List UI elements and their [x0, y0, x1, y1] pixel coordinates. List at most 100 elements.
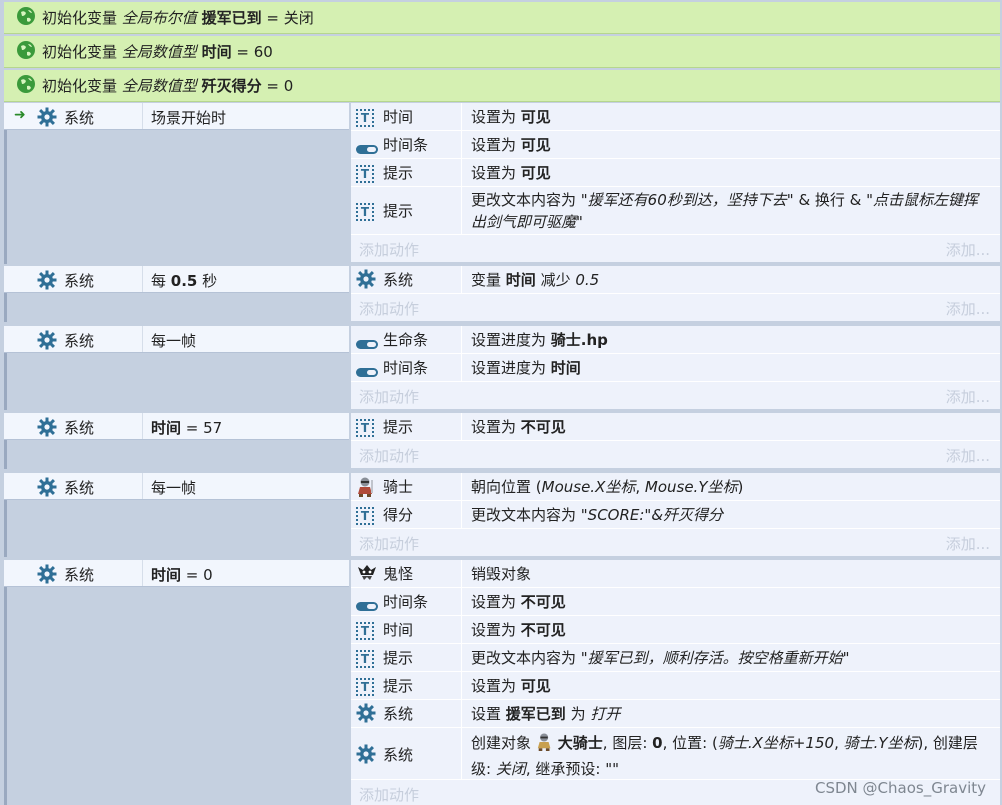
- add-more-link[interactable]: 添加...: [946, 386, 990, 407]
- gvar-value: = 关闭: [266, 9, 314, 27]
- action-object: 提示: [383, 677, 414, 695]
- add-action-link[interactable]: 添加动作: [359, 239, 419, 260]
- add-more-link[interactable]: 添加...: [946, 239, 990, 260]
- watermark: CSDN @Chaos_Gravity: [815, 779, 986, 797]
- event-condition[interactable]: 系统 每一帧: [4, 473, 349, 500]
- action-row[interactable]: 系统 创建对象 大骑士, 图层: 0, 位置: (骑士.X坐标+150, 骑士.…: [351, 728, 1000, 780]
- action-object: 系统: [383, 705, 414, 723]
- action-text: 设置为 可见: [471, 164, 551, 182]
- add-action-link[interactable]: 添加动作: [359, 784, 419, 805]
- text-icon: T: [356, 202, 374, 221]
- event-condition[interactable]: 系统 时间 = 57: [4, 413, 349, 440]
- add-action-row[interactable]: 添加动作 添加...: [351, 294, 1000, 321]
- condition-text: 时间 = 0: [151, 566, 213, 584]
- action-text: 设置为 不可见: [471, 593, 566, 611]
- add-action-row[interactable]: 添加动作 添加...: [351, 441, 1000, 468]
- add-more-link[interactable]: 添加...: [946, 533, 990, 554]
- gear-icon: [356, 703, 376, 727]
- add-action-link[interactable]: 添加动作: [359, 445, 419, 466]
- gvar-value: = 0: [266, 77, 294, 95]
- action-object: 时间: [383, 108, 414, 126]
- globe-icon: [16, 74, 36, 98]
- action-object: 生命条: [383, 331, 429, 349]
- condition-text: 时间 = 57: [151, 419, 223, 437]
- event-condition[interactable]: 系统 每 0.5 秒: [4, 266, 349, 293]
- condition-object: 系统: [64, 272, 95, 290]
- action-object: 骑士: [383, 478, 414, 496]
- condition-text: 每一帧: [151, 332, 197, 350]
- text-icon: T: [356, 108, 374, 127]
- action-row[interactable]: 鬼怪 销毁对象: [351, 560, 1000, 588]
- add-more-link[interactable]: 添加...: [946, 298, 990, 319]
- gvar-prefix: 初始化变量: [42, 77, 118, 95]
- gvar-name: 援军已到: [201, 9, 262, 27]
- text-icon: T: [356, 164, 374, 183]
- action-row[interactable]: 时间条 设置进度为 时间: [351, 354, 1000, 382]
- ghost-icon: [356, 563, 378, 587]
- action-object: 提示: [383, 164, 414, 182]
- action-row[interactable]: T 提示 更改文本内容为 "援军还有60秒到达，坚持下去" & 换行 & "点击…: [351, 187, 1000, 235]
- action-row[interactable]: 骑士 朝向位置 (Mouse.X坐标, Mouse.Y坐标): [351, 473, 1000, 501]
- action-row[interactable]: T 时间 设置为 可见: [351, 103, 1000, 131]
- add-action-link[interactable]: 添加动作: [359, 298, 419, 319]
- action-row[interactable]: T 时间 设置为 不可见: [351, 616, 1000, 644]
- event-condition[interactable]: 系统 每一帧: [4, 326, 349, 353]
- add-action-row[interactable]: 添加动作 添加...: [351, 382, 1000, 409]
- add-action-row[interactable]: 添加动作 添加...: [351, 529, 1000, 556]
- action-text: 设置为 可见: [471, 108, 551, 126]
- globe-icon: [16, 6, 36, 30]
- action-text: 设置为 可见: [471, 136, 551, 154]
- condition-object: 系统: [64, 109, 95, 127]
- action-text: 设置 援军已到 为 打开: [471, 705, 621, 723]
- action-text: 变量 时间 减少 0.5: [471, 271, 600, 289]
- action-object: 系统: [383, 746, 414, 764]
- action-text: 销毁对象: [471, 565, 532, 583]
- big-knight-icon: [536, 732, 554, 758]
- action-row[interactable]: 时间条 设置为 可见: [351, 131, 1000, 159]
- add-action-link[interactable]: 添加动作: [359, 386, 419, 407]
- global-var-row[interactable]: 初始化变量 全局布尔值 援军已到 = 关闭: [4, 2, 1000, 34]
- condition-text: 每 0.5 秒: [151, 272, 218, 290]
- gear-icon: [356, 269, 376, 293]
- event-condition[interactable]: 系统 时间 = 0: [4, 560, 349, 587]
- global-var-row[interactable]: 初始化变量 全局数值型 时间 = 60: [4, 36, 1000, 68]
- action-object: 提示: [383, 202, 414, 220]
- condition-text: 场景开始时: [151, 109, 227, 127]
- action-row[interactable]: 生命条 设置进度为 骑士.hp: [351, 326, 1000, 354]
- action-text: 更改文本内容为 "援军还有60秒到达，坚持下去" & 换行 & "点击鼠标左键挥…: [471, 191, 979, 231]
- action-row[interactable]: T 提示 设置为 可见: [351, 159, 1000, 187]
- action-row[interactable]: T 提示 设置为 不可见: [351, 413, 1000, 441]
- gvar-name: 时间: [201, 43, 232, 61]
- gvar-kind: 全局布尔值: [121, 9, 197, 27]
- gvar-kind: 全局数值型: [121, 77, 197, 95]
- action-text: 创建对象 大骑士, 图层: 0, 位置: (骑士.X坐标+150, 骑士.Y坐标…: [471, 732, 978, 778]
- gvar-prefix: 初始化变量: [42, 9, 118, 27]
- condition-object: 系统: [64, 479, 95, 497]
- condition-text: 每一帧: [151, 479, 197, 497]
- global-var-row[interactable]: 初始化变量 全局数值型 歼灭得分 = 0: [4, 70, 1000, 102]
- gear-icon: [37, 564, 57, 588]
- condition-object: 系统: [64, 332, 95, 350]
- action-text: 设置为 不可见: [471, 621, 566, 639]
- gvar-name: 歼灭得分: [201, 77, 262, 95]
- action-row[interactable]: 系统 变量 时间 减少 0.5: [351, 266, 1000, 294]
- action-row[interactable]: T 提示 更改文本内容为 "援军已到，顺利存活。按空格重新开始": [351, 644, 1000, 672]
- action-row[interactable]: T 提示 设置为 可见: [351, 672, 1000, 700]
- action-row[interactable]: 系统 设置 援军已到 为 打开: [351, 700, 1000, 728]
- text-icon: T: [356, 621, 374, 640]
- action-row[interactable]: T 得分 更改文本内容为 "SCORE:"&歼灭得分: [351, 501, 1000, 529]
- gear-icon: [356, 744, 376, 768]
- action-text: 设置为 可见: [471, 677, 551, 695]
- add-more-link[interactable]: 添加...: [946, 445, 990, 466]
- text-icon: T: [356, 418, 374, 437]
- add-action-link[interactable]: 添加动作: [359, 533, 419, 554]
- add-action-row[interactable]: 添加动作 添加...: [351, 235, 1000, 262]
- event-condition[interactable]: ➜ 系统 场景开始时: [4, 103, 349, 130]
- gear-icon: [37, 270, 57, 294]
- action-text: 更改文本内容为 "援军已到，顺利存活。按空格重新开始": [471, 649, 850, 667]
- action-row[interactable]: 时间条 设置为 不可见: [351, 588, 1000, 616]
- action-object: 时间: [383, 621, 414, 639]
- globe-icon: [16, 40, 36, 64]
- knight-icon: [356, 476, 376, 502]
- bar-icon: [356, 597, 378, 615]
